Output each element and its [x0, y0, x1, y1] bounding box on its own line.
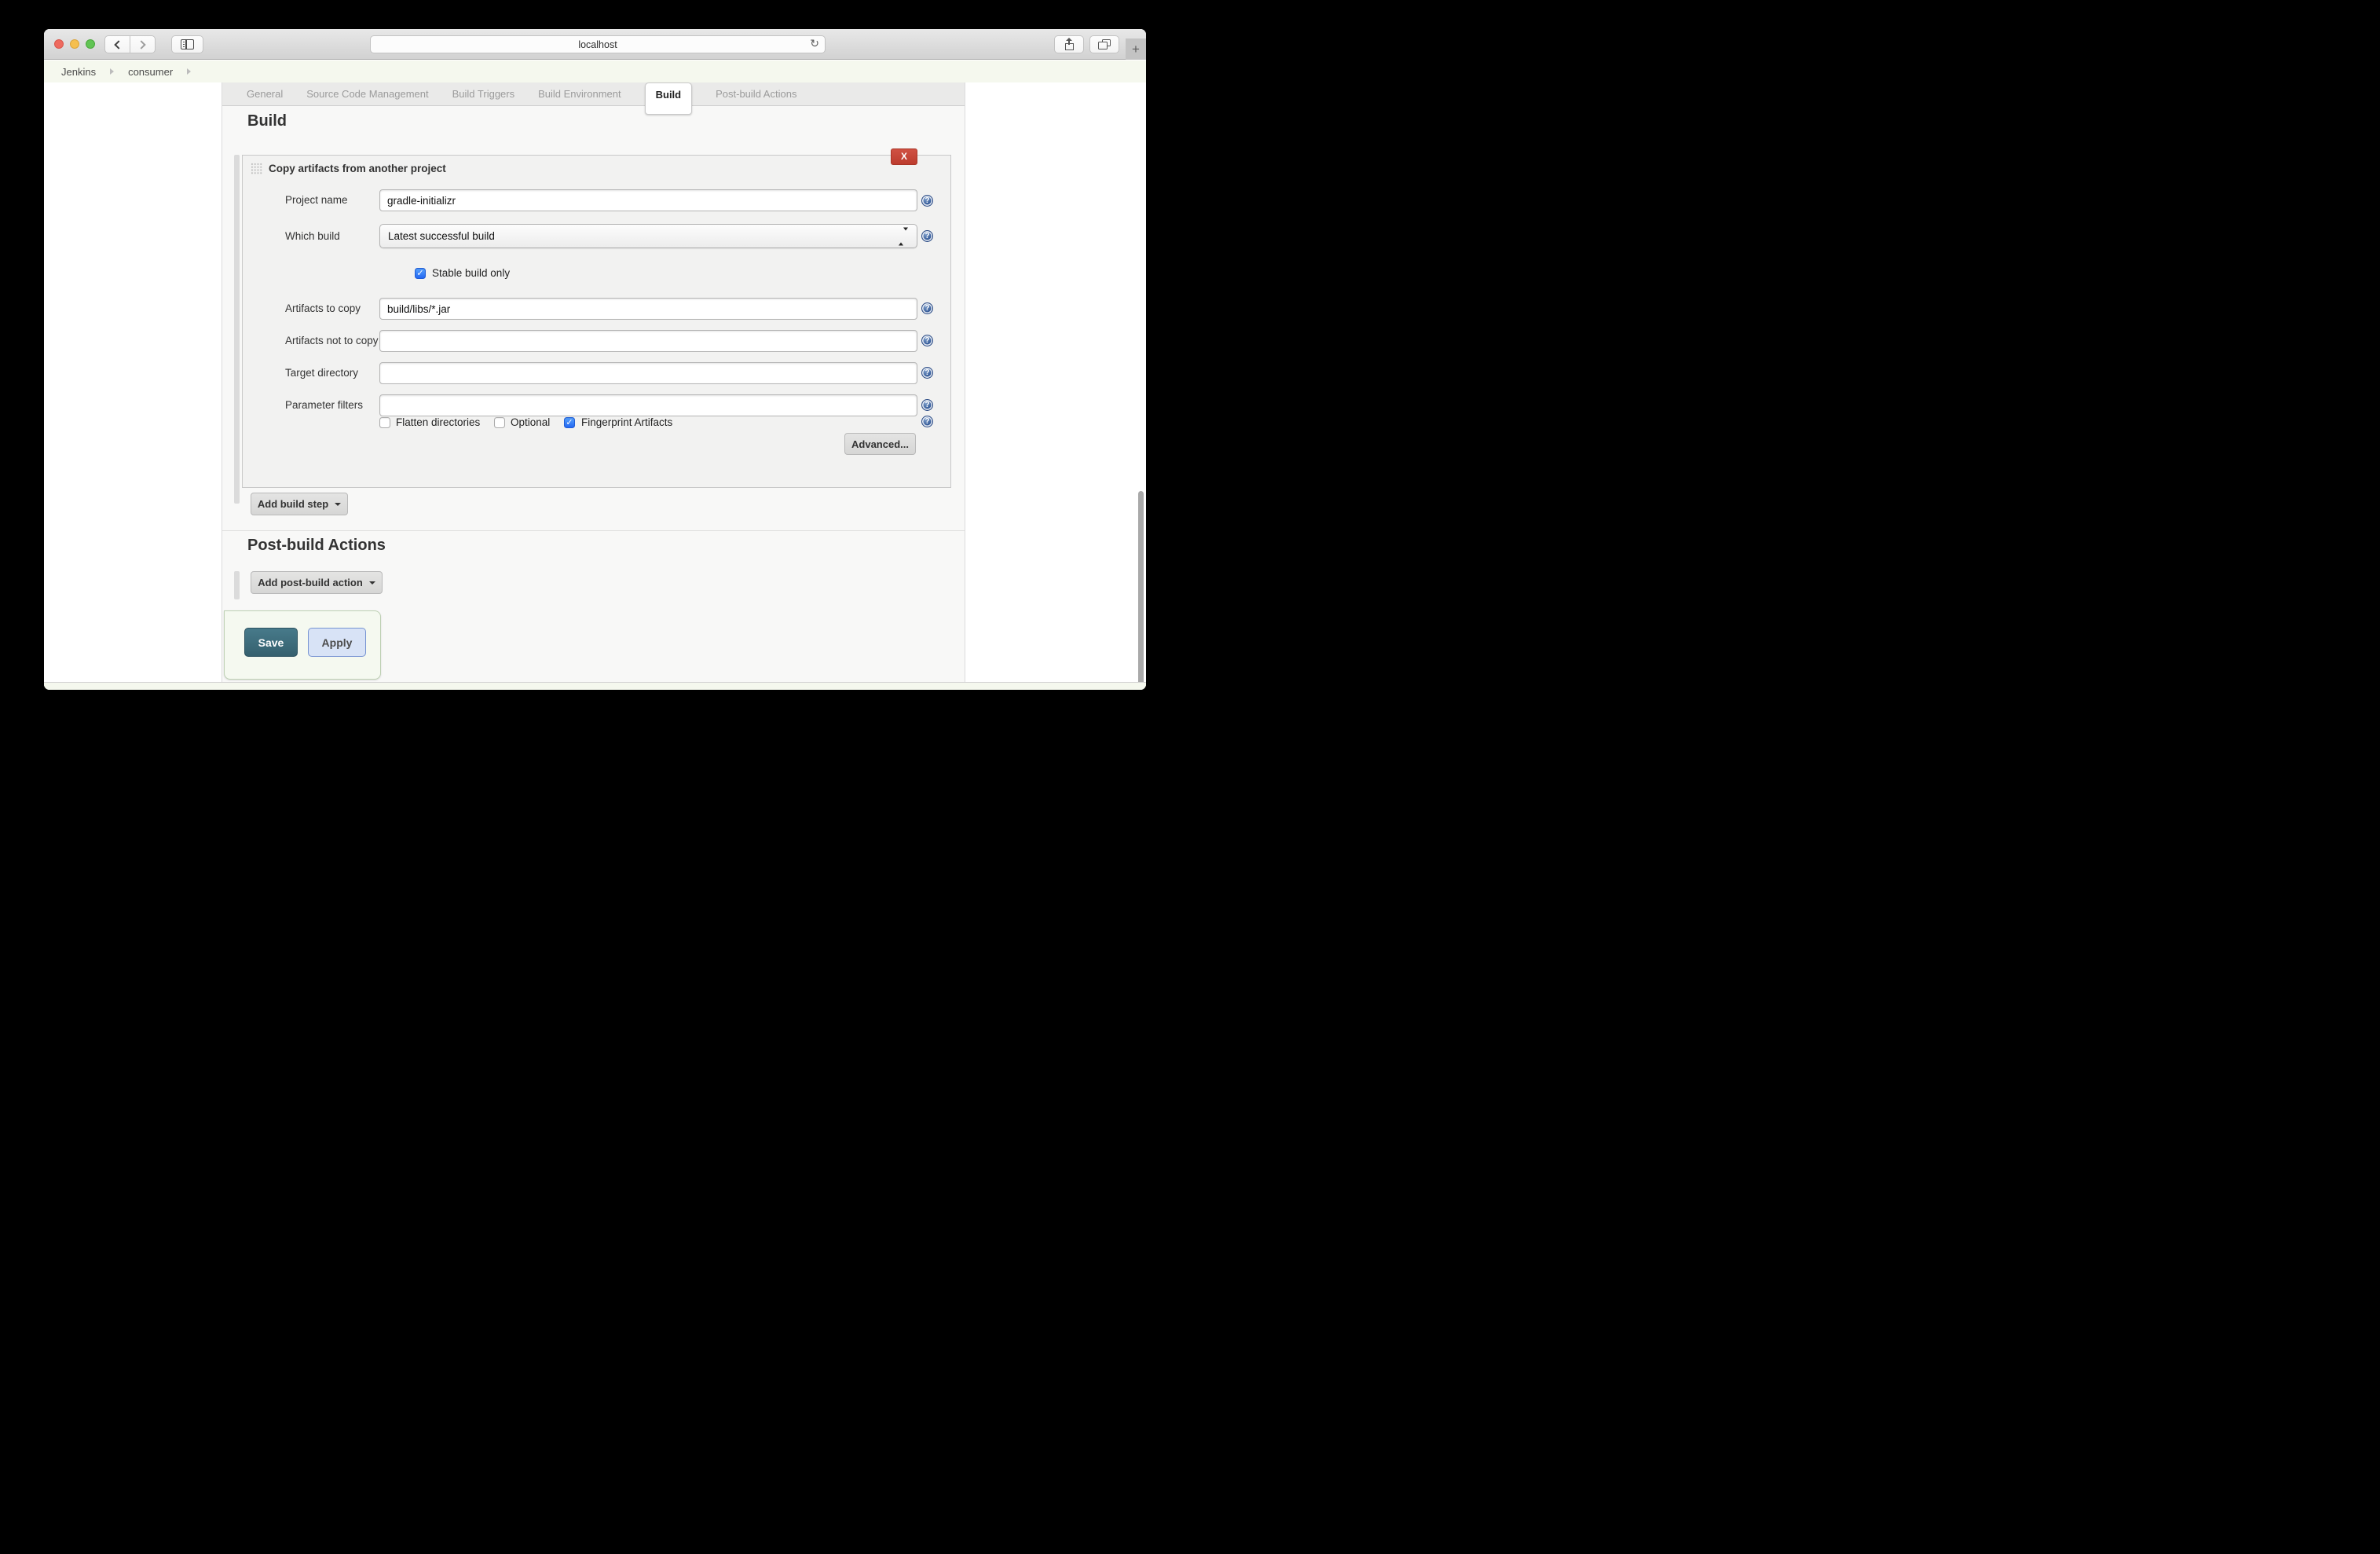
close-window-button[interactable]	[54, 39, 64, 49]
minimize-window-button[interactable]	[70, 39, 79, 49]
tab-build-triggers[interactable]: Build Triggers	[452, 82, 514, 105]
tab-general[interactable]: General	[247, 82, 283, 105]
help-icon[interactable]: ?	[921, 367, 933, 379]
artifacts-not-to-copy-label: Artifacts not to copy	[285, 335, 379, 346]
optional-label: Optional	[511, 416, 551, 428]
advanced-button[interactable]: Advanced...	[844, 433, 916, 455]
breadcrumb-chevron-icon	[110, 68, 115, 75]
flatten-directories-checkbox[interactable]	[379, 417, 390, 428]
browser-window: localhost ↻ + Jenkins consumer General S…	[44, 29, 1146, 690]
delete-build-step-button[interactable]: X	[891, 148, 917, 165]
section-divider	[222, 530, 965, 531]
chevron-down-icon	[368, 581, 375, 585]
build-step-title: Copy artifacts from another project	[269, 163, 446, 174]
forward-button[interactable]	[130, 35, 156, 53]
window-footer-strip	[44, 682, 1146, 690]
project-name-input[interactable]	[379, 189, 917, 211]
check-icon: ✓	[566, 418, 573, 427]
help-icon[interactable]: ?	[921, 302, 933, 314]
add-post-build-action-button[interactable]: Add post-build action	[251, 571, 383, 594]
config-content-column: General Source Code Management Build Tri…	[222, 82, 965, 690]
breadcrumb-jenkins[interactable]: Jenkins	[61, 66, 96, 78]
refresh-icon[interactable]: ↻	[810, 38, 819, 50]
breadcrumb: Jenkins consumer	[44, 60, 1146, 82]
tab-source-code-management[interactable]: Source Code Management	[306, 82, 428, 105]
chevron-right-icon	[137, 39, 146, 49]
share-button[interactable]	[1054, 35, 1084, 53]
which-build-label: Which build	[285, 230, 340, 242]
vertical-scrollbar[interactable]	[1138, 491, 1144, 690]
browser-titlebar: localhost ↻ +	[44, 29, 1146, 60]
save-apply-panel: Save Apply	[224, 610, 381, 680]
save-button[interactable]: Save	[244, 628, 298, 657]
tabs-overview-icon	[1098, 39, 1111, 49]
chevron-left-icon	[114, 39, 123, 49]
fingerprint-artifacts-checkbox[interactable]: ✓	[564, 417, 575, 428]
parameter-filters-label: Parameter filters	[285, 399, 364, 411]
add-build-step-button[interactable]: Add build step	[251, 493, 348, 515]
add-post-build-action-label: Add post-build action	[258, 577, 363, 588]
parameter-filters-input[interactable]	[379, 394, 917, 416]
help-icon[interactable]: ?	[921, 416, 933, 427]
post-build-section-heading: Post-build Actions	[247, 537, 386, 554]
project-name-label: Project name	[285, 194, 348, 206]
tab-build[interactable]: Build	[644, 82, 693, 115]
help-icon[interactable]: ?	[921, 335, 933, 346]
artifacts-to-copy-input[interactable]	[379, 298, 917, 320]
breadcrumb-chevron-icon	[187, 68, 192, 75]
optional-checkbox[interactable]	[494, 417, 505, 428]
drag-handle-icon[interactable]	[251, 163, 262, 174]
flatten-directories-label: Flatten directories	[396, 416, 481, 428]
sidebar-icon	[181, 39, 194, 49]
sidebar-toggle-button[interactable]	[171, 35, 203, 53]
stable-build-only-label: Stable build only	[432, 267, 511, 279]
share-icon	[1064, 38, 1075, 50]
build-step-card: Copy artifacts from another project X Pr…	[242, 148, 951, 488]
post-build-drag-strip	[234, 571, 240, 599]
help-icon[interactable]: ?	[921, 230, 933, 242]
plus-icon: +	[1132, 41, 1140, 57]
which-build-selected-value: Latest successful build	[388, 230, 495, 242]
new-tab-button[interactable]: +	[1126, 38, 1146, 60]
breadcrumb-consumer[interactable]: consumer	[128, 66, 173, 78]
tab-build-environment[interactable]: Build Environment	[538, 82, 621, 105]
artifacts-not-to-copy-input[interactable]	[379, 330, 917, 352]
help-icon[interactable]: ?	[921, 399, 933, 411]
config-tab-bar: General Source Code Management Build Tri…	[222, 82, 965, 115]
show-tabs-button[interactable]	[1089, 35, 1119, 53]
zoom-window-button[interactable]	[86, 39, 95, 49]
apply-button[interactable]: Apply	[308, 628, 366, 657]
fingerprint-artifacts-label: Fingerprint Artifacts	[581, 416, 673, 428]
help-icon[interactable]: ?	[921, 195, 933, 207]
stable-build-only-checkbox[interactable]: ✓	[415, 268, 426, 279]
select-spinner-icon	[899, 225, 908, 247]
target-directory-input[interactable]	[379, 362, 917, 384]
page-body: General Source Code Management Build Tri…	[44, 82, 1146, 690]
which-build-select[interactable]: Latest successful build	[379, 224, 917, 248]
check-icon: ✓	[416, 269, 424, 278]
back-button[interactable]	[104, 35, 130, 53]
artifacts-to-copy-label: Artifacts to copy	[285, 302, 361, 314]
address-bar[interactable]: localhost ↻	[370, 35, 826, 53]
add-build-step-label: Add build step	[257, 498, 329, 510]
url-text: localhost	[578, 38, 617, 50]
build-section-heading: Build	[247, 112, 287, 130]
tab-post-build-actions[interactable]: Post-build Actions	[716, 82, 796, 105]
target-directory-label: Target directory	[285, 367, 359, 379]
chevron-down-icon	[335, 502, 342, 506]
build-step-drag-strip[interactable]	[234, 155, 240, 504]
